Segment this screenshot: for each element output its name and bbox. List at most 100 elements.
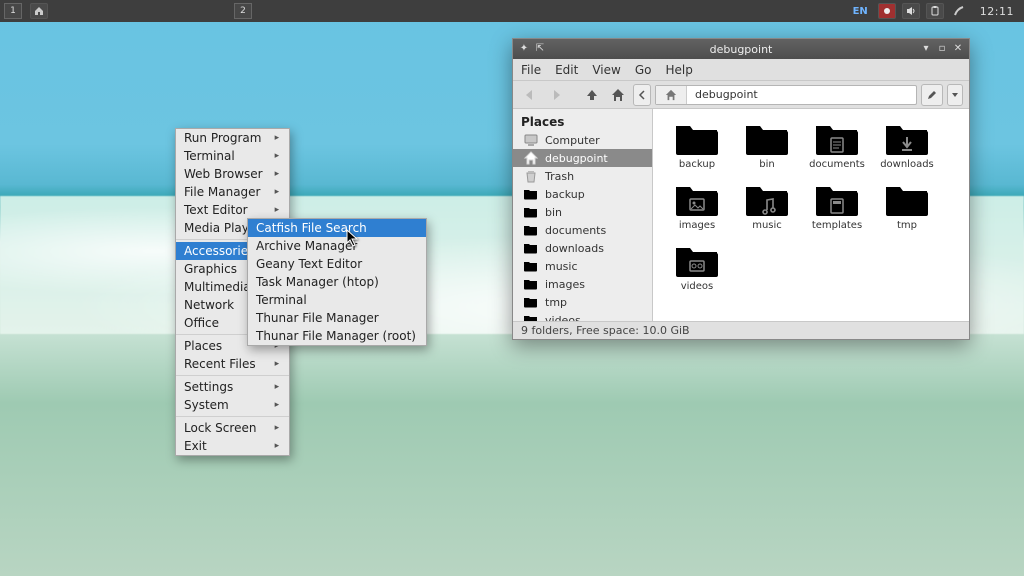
submenu-arrow-icon: ▸ [275,359,280,369]
menu-item-label: Accessories [184,244,254,258]
menu-item[interactable]: Settings▸ [176,378,289,396]
sidebar-item[interactable]: bin [513,203,652,221]
submenu-arrow-icon: ▸ [275,169,280,179]
sidebar-item[interactable]: music [513,257,652,275]
submenu-item[interactable]: Thunar File Manager (root) [248,327,426,345]
menu-item[interactable]: Terminal▸ [176,147,289,165]
menu-item[interactable]: Web Browser▸ [176,165,289,183]
trash-icon [523,169,539,183]
sidebar-item[interactable]: documents [513,221,652,239]
window-maximize-icon[interactable]: ▫ [935,41,949,55]
panel-clock[interactable]: 12:11 [974,5,1020,18]
folder-item[interactable]: music [737,180,797,231]
tray-record-icon[interactable] [878,3,896,19]
sidebar-item[interactable]: downloads [513,239,652,257]
sidebar-item-label: Trash [545,170,574,183]
home-indicator[interactable] [30,3,48,19]
folder-icon [813,180,861,218]
nav-forward-icon[interactable] [545,84,567,106]
file-manager-window: ✦ ⇱ debugpoint ▾ ▫ ✕ File Edit View Go Help [512,38,970,340]
submenu-item[interactable]: Thunar File Manager [248,309,426,327]
sidebar-item[interactable]: tmp [513,293,652,311]
sidebar-item[interactable]: backup [513,185,652,203]
folder-icon [523,241,539,255]
status-text: 9 folders, Free space: 10.0 GiB [521,324,690,337]
keyboard-language[interactable]: EN [849,6,872,17]
nav-home-icon[interactable] [607,84,629,106]
folder-icon [883,180,931,218]
folder-icon [523,223,539,237]
folder-icon [673,180,721,218]
sidebar-item[interactable]: images [513,275,652,293]
menubar-item[interactable]: File [521,63,541,77]
tray-clipboard-icon[interactable] [926,3,944,19]
folder-item[interactable]: images [667,180,727,231]
tray-settings-icon[interactable] [950,3,968,19]
sidebar-item-label: Computer [545,134,600,147]
path-crumb-current[interactable]: debugpoint [687,86,766,104]
menu-item[interactable]: File Manager▸ [176,183,289,201]
home-icon [523,151,539,165]
path-crumb-home-icon[interactable] [656,86,687,104]
top-panel: 1 2 EN 12:11 [0,0,1024,22]
menubar-item[interactable]: Go [635,63,652,77]
path-edit-icon[interactable] [921,84,943,106]
submenu-item[interactable]: Terminal [248,291,426,309]
menu-item[interactable]: Exit▸ [176,437,289,455]
folder-item[interactable]: documents [807,119,867,170]
sidebar-item[interactable]: Trash [513,167,652,185]
file-grid[interactable]: backupbindocumentsdownloads imagesmusicte… [653,109,969,321]
submenu-item[interactable]: Archive Manager [248,237,426,255]
folder-item[interactable]: templates [807,180,867,231]
workspace-2[interactable]: 2 [234,3,252,19]
folder-icon [743,119,791,157]
folder-item[interactable]: tmp [877,180,937,231]
sidebar-item-label: music [545,260,578,273]
submenu-item[interactable]: Task Manager (htop) [248,273,426,291]
submenu-arrow-icon: ▸ [275,382,280,392]
menubar-item[interactable]: Edit [555,63,578,77]
window-pin-icon[interactable]: ✦ [517,41,531,55]
nav-back-icon[interactable] [519,84,541,106]
sidebar-item[interactable]: videos [513,311,652,321]
folder-label: tmp [897,220,917,231]
sidebar-item-label: documents [545,224,606,237]
submenu-arrow-icon: ▸ [275,400,280,410]
path-back-crumb-icon[interactable] [633,84,651,106]
folder-item[interactable]: downloads [877,119,937,170]
tray-volume-icon[interactable] [902,3,920,19]
folder-item[interactable]: backup [667,119,727,170]
location-bar[interactable]: debugpoint [655,85,917,105]
sidebar-item[interactable]: Computer [513,131,652,149]
nav-up-icon[interactable] [581,84,603,106]
submenu-arrow-icon: ▸ [275,151,280,161]
submenu-item[interactable]: Geany Text Editor [248,255,426,273]
menu-item[interactable]: Run Program▸ [176,129,289,147]
window-minimize-icon[interactable]: ▾ [919,41,933,55]
menu-item-label: Network [184,298,234,312]
window-shade-icon[interactable]: ⇱ [533,41,547,55]
folder-icon [523,295,539,309]
menu-item[interactable]: System▸ [176,396,289,414]
folder-item[interactable]: videos [667,241,727,292]
menu-item-label: Run Program [184,131,261,145]
window-titlebar[interactable]: ✦ ⇱ debugpoint ▾ ▫ ✕ [513,39,969,59]
workspace-1[interactable]: 1 [4,3,22,19]
sidebar-item[interactable]: debugpoint [513,149,652,167]
menu-item[interactable]: Lock Screen▸ [176,419,289,437]
folder-item[interactable]: bin [737,119,797,170]
window-close-icon[interactable]: ✕ [951,41,965,55]
menu-item-label: Office [184,316,219,330]
folder-icon [523,187,539,201]
folder-icon [813,119,861,157]
submenu-arrow-icon: ▸ [275,187,280,197]
menu-item[interactable]: Recent Files▸ [176,355,289,373]
menu-item-label: Graphics [184,262,237,276]
path-dropdown-icon[interactable] [947,84,963,106]
sidebar-item-label: videos [545,314,581,322]
menubar-item[interactable]: Help [665,63,692,77]
menu-item[interactable]: Text Editor▸ [176,201,289,219]
submenu-item[interactable]: Catfish File Search [248,219,426,237]
menu-item-label: Multimedia [184,280,251,294]
menubar-item[interactable]: View [592,63,620,77]
